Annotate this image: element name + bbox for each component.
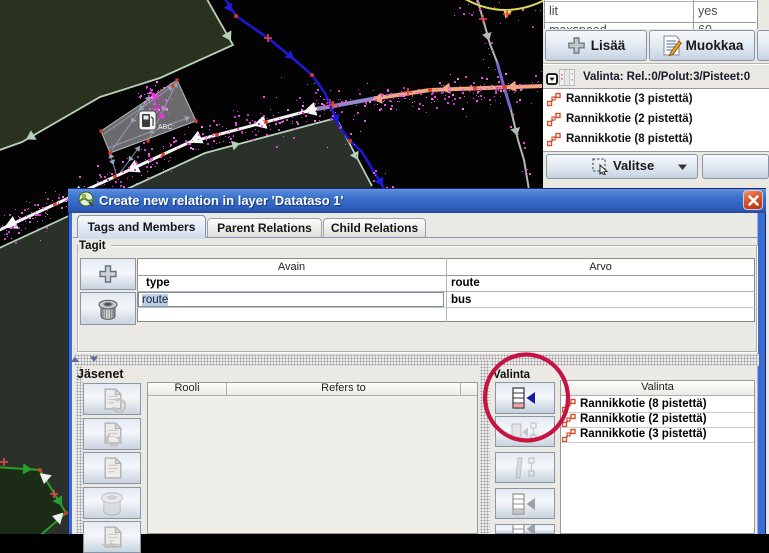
svg-text:ABC: ABC <box>158 124 172 131</box>
